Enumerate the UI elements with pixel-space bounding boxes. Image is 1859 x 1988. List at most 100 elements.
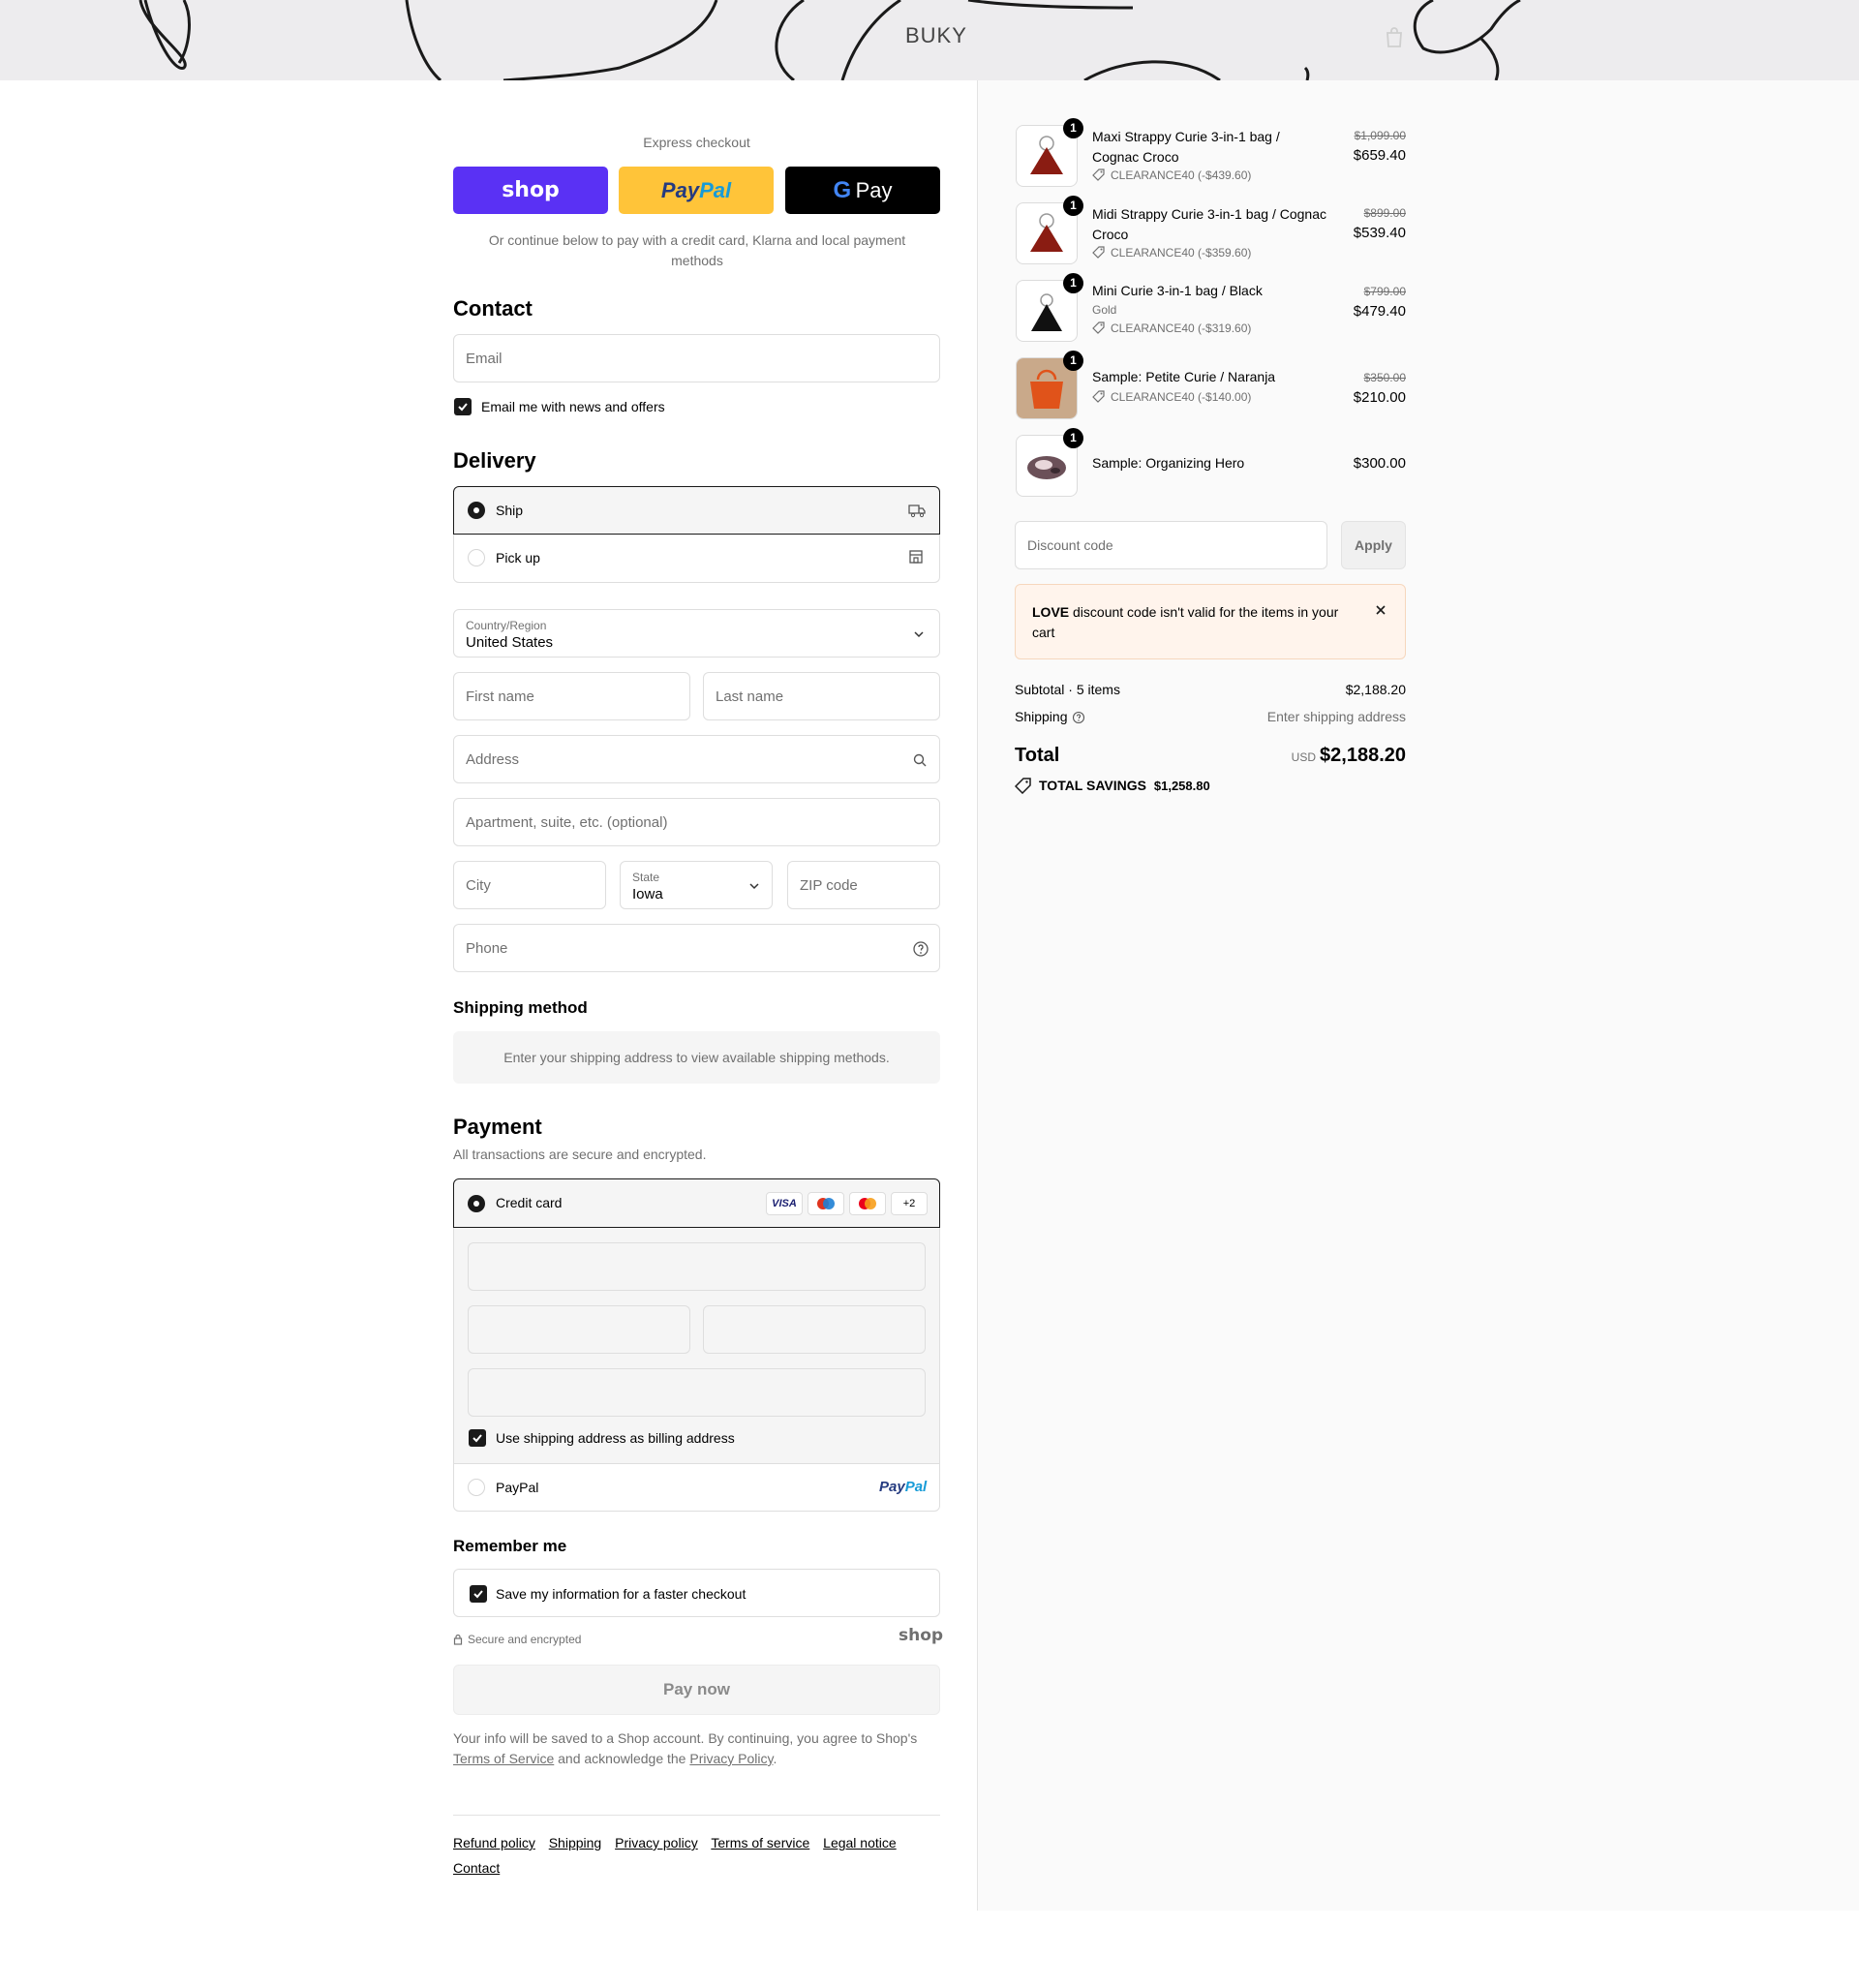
- footer-link-contact[interactable]: Contact: [453, 1860, 500, 1876]
- help-circle-icon[interactable]: [912, 940, 930, 958]
- item-price: $659.40: [1353, 147, 1406, 164]
- discount-error-message: LOVE discount code isn't valid for the i…: [1032, 602, 1352, 643]
- email-placeholder: Email: [466, 351, 503, 367]
- country-select[interactable]: Country/Region United States: [453, 609, 940, 658]
- country-value: United States: [466, 634, 554, 651]
- shopping-bag-icon[interactable]: [1385, 27, 1404, 48]
- lock-icon: [453, 1634, 463, 1645]
- google-pay-label: Pay: [855, 178, 893, 202]
- item-name: Sample: Petite Curie / Naranja: [1092, 369, 1276, 384]
- item-price: $210.00: [1353, 389, 1406, 406]
- product-thumbnail: 1: [1016, 118, 1083, 187]
- save-info-option[interactable]: Save my information for a faster checkou…: [453, 1569, 940, 1617]
- chevron-down-icon: [914, 631, 924, 638]
- ship-radio[interactable]: [468, 502, 485, 519]
- zip-field[interactable]: ZIP code: [787, 861, 940, 909]
- apply-button[interactable]: Apply: [1341, 521, 1406, 569]
- pickup-option[interactable]: Pick up: [453, 535, 940, 583]
- credit-card-radio[interactable]: [468, 1195, 485, 1212]
- item-original-price: $1,099.00: [1354, 129, 1406, 142]
- item-discount: CLEARANCE40 (-$359.60): [1111, 246, 1252, 260]
- save-info-checkbox[interactable]: [470, 1585, 487, 1603]
- credit-card-option[interactable]: Credit card VISA +2: [453, 1178, 940, 1228]
- pickup-radio[interactable]: [468, 549, 485, 566]
- footer-link-refund[interactable]: Refund policy: [453, 1835, 535, 1850]
- pay-now-button[interactable]: Pay now: [453, 1665, 940, 1715]
- legal-text-a: Your info will be saved to a Shop accoun…: [453, 1730, 918, 1746]
- email-field[interactable]: Email: [453, 334, 940, 382]
- footer-link-legal[interactable]: Legal notice: [823, 1835, 897, 1850]
- quantity-badge: 1: [1063, 428, 1083, 448]
- item-variant: Gold: [1092, 303, 1117, 317]
- state-value: Iowa: [632, 886, 663, 902]
- first-name-placeholder: First name: [466, 688, 534, 705]
- city-field[interactable]: City: [453, 861, 606, 909]
- checkmark-icon: [472, 1434, 482, 1443]
- chevron-down-icon: [749, 883, 759, 890]
- express-checkout-title: Express checkout: [643, 135, 750, 150]
- address-placeholder: Address: [466, 751, 520, 768]
- address-field[interactable]: Address: [453, 735, 940, 783]
- subtotal-value: $2,188.20: [1345, 682, 1406, 697]
- city-placeholder: City: [466, 877, 491, 894]
- total-savings: TOTAL SAVINGS $1,258.80: [1039, 778, 1210, 793]
- secure-label: Secure and encrypted: [468, 1633, 582, 1646]
- footer-link-privacy[interactable]: Privacy policy: [615, 1835, 698, 1850]
- paypal-label-pal: Pal: [699, 178, 732, 202]
- search-icon: [913, 753, 927, 767]
- discount-error-code: LOVE: [1032, 604, 1070, 620]
- store-logo[interactable]: BUKY: [905, 23, 967, 48]
- footer-link-terms[interactable]: Terms of service: [711, 1835, 809, 1850]
- item-original-price: $350.00: [1363, 371, 1406, 384]
- news-checkbox[interactable]: [454, 398, 472, 415]
- state-select[interactable]: State Iowa: [620, 861, 773, 909]
- pickup-label: Pick up: [496, 550, 540, 566]
- item-price: $300.00: [1353, 455, 1406, 472]
- item-price: $539.40: [1353, 225, 1406, 241]
- first-name-field[interactable]: First name: [453, 672, 690, 720]
- help-circle-icon[interactable]: [1072, 711, 1085, 724]
- google-pay-button[interactable]: G Pay: [785, 167, 940, 214]
- quantity-badge: 1: [1063, 273, 1083, 293]
- checkmark-icon: [473, 1590, 483, 1599]
- discount-error-banner: LOVE discount code isn't valid for the i…: [1015, 584, 1406, 659]
- save-info-label: Save my information for a faster checkou…: [496, 1586, 747, 1602]
- store-icon: [909, 550, 923, 564]
- mastercard-icon: [849, 1192, 886, 1215]
- paypal-logo-icon: PayPal: [879, 1479, 927, 1495]
- ship-option[interactable]: Ship: [453, 486, 940, 535]
- last-name-placeholder: Last name: [716, 688, 784, 705]
- paypal-option[interactable]: PayPal PayPal: [453, 1463, 940, 1512]
- card-number-field[interactable]: [468, 1242, 926, 1291]
- total-label: Total: [1015, 745, 1060, 766]
- paypal-radio[interactable]: [468, 1479, 485, 1496]
- item-name: Sample: Organizing Hero: [1092, 455, 1245, 471]
- product-thumbnail: 1: [1016, 428, 1083, 497]
- item-discount: CLEARANCE40 (-$439.60): [1111, 168, 1252, 182]
- product-thumbnail: 1: [1016, 351, 1083, 419]
- close-icon[interactable]: [1374, 603, 1387, 617]
- billing-checkbox[interactable]: [469, 1429, 486, 1447]
- privacy-link[interactable]: Privacy Policy: [689, 1751, 773, 1766]
- item-name: Mini Curie 3-in-1 bag / Black: [1092, 283, 1263, 298]
- shipping-method-message: Enter your shipping address to view avai…: [503, 1050, 890, 1065]
- apartment-field[interactable]: Apartment, suite, etc. (optional): [453, 798, 940, 846]
- name-on-card-field[interactable]: [468, 1368, 926, 1417]
- shipping-value: Enter shipping address: [1266, 709, 1406, 724]
- expiration-field[interactable]: [468, 1305, 690, 1354]
- paypal-express-button[interactable]: PayPal: [619, 167, 774, 214]
- security-code-field[interactable]: [703, 1305, 926, 1354]
- apartment-placeholder: Apartment, suite, etc. (optional): [466, 814, 668, 831]
- discount-code-field[interactable]: Discount code: [1015, 521, 1327, 569]
- paypal-logo-pay: Pay: [879, 1479, 905, 1495]
- phone-field[interactable]: Phone: [453, 924, 940, 972]
- credit-card-label: Credit card: [496, 1195, 563, 1210]
- savings-label: TOTAL SAVINGS: [1039, 778, 1146, 793]
- last-name-field[interactable]: Last name: [703, 672, 940, 720]
- terms-link[interactable]: Terms of Service: [453, 1751, 554, 1766]
- quantity-badge: 1: [1063, 351, 1083, 371]
- footer-link-shipping[interactable]: Shipping: [549, 1835, 602, 1850]
- shop-pay-button[interactable]: shop: [453, 167, 608, 214]
- item-name: Maxi Strappy Curie 3-in-1 bag / Cognac C…: [1092, 129, 1280, 165]
- legal-text-b: and acknowledge the: [558, 1751, 686, 1766]
